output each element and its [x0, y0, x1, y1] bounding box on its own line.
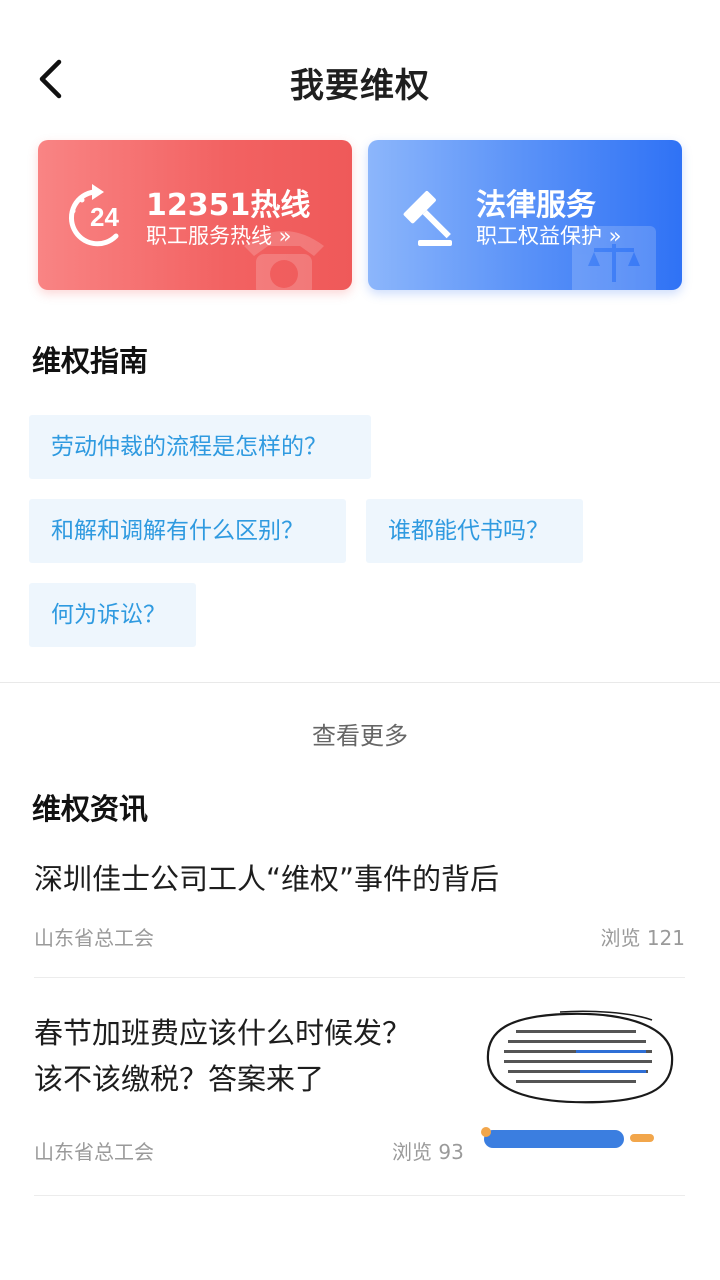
news-separator	[34, 977, 685, 978]
guide-tag-arbitration[interactable]: 劳动仲裁的流程是怎样的？	[29, 415, 371, 479]
service-cards: 24 12351热线 职工服务热线 » 法律服务 职工权益保护 »	[38, 140, 684, 292]
page-title: 我要维权	[290, 66, 430, 106]
legal-service-card[interactable]: 法律服务 职工权益保护 »	[368, 140, 682, 290]
guide-tag-mediation[interactable]: 和解和调解有什么区别？	[29, 499, 346, 563]
guide-tag-litigation[interactable]: 何为诉讼？	[29, 583, 196, 647]
guide-tag-ghostwriting[interactable]: 谁都能代书吗？	[366, 499, 583, 563]
news-item-source: 山东省总工会	[34, 926, 154, 950]
news-item-views: 浏览 121	[600, 926, 685, 950]
news-section-title: 维权资讯	[32, 792, 149, 826]
guide-section-title: 维权指南	[32, 344, 149, 378]
telephone-icon	[244, 231, 324, 290]
hotline-card[interactable]: 24 12351热线 职工服务热线 »	[38, 140, 352, 290]
scales-icon	[572, 226, 656, 290]
news-item-views: 浏览 93	[392, 1140, 464, 1164]
view-more-link[interactable]: 查看更多	[0, 716, 720, 751]
news-item-title-line1[interactable]: 春节加班费应该什么时候发？	[34, 1010, 411, 1056]
gavel-icon	[403, 191, 452, 246]
news-separator	[34, 1195, 685, 1196]
header-bar: 我要维权	[0, 40, 720, 120]
news-item-source: 山东省总工会	[34, 1140, 154, 1164]
news-item-title[interactable]: 深圳佳士公司工人“维权”事件的背后	[34, 856, 499, 902]
news-thumbnail-image[interactable]	[480, 1010, 680, 1160]
svg-text:24: 24	[90, 202, 119, 232]
news-item-title-line2[interactable]: 该不该缴税？答案来了	[34, 1056, 324, 1102]
hotline-24-icon: 24	[68, 184, 119, 247]
section-divider	[0, 682, 720, 683]
